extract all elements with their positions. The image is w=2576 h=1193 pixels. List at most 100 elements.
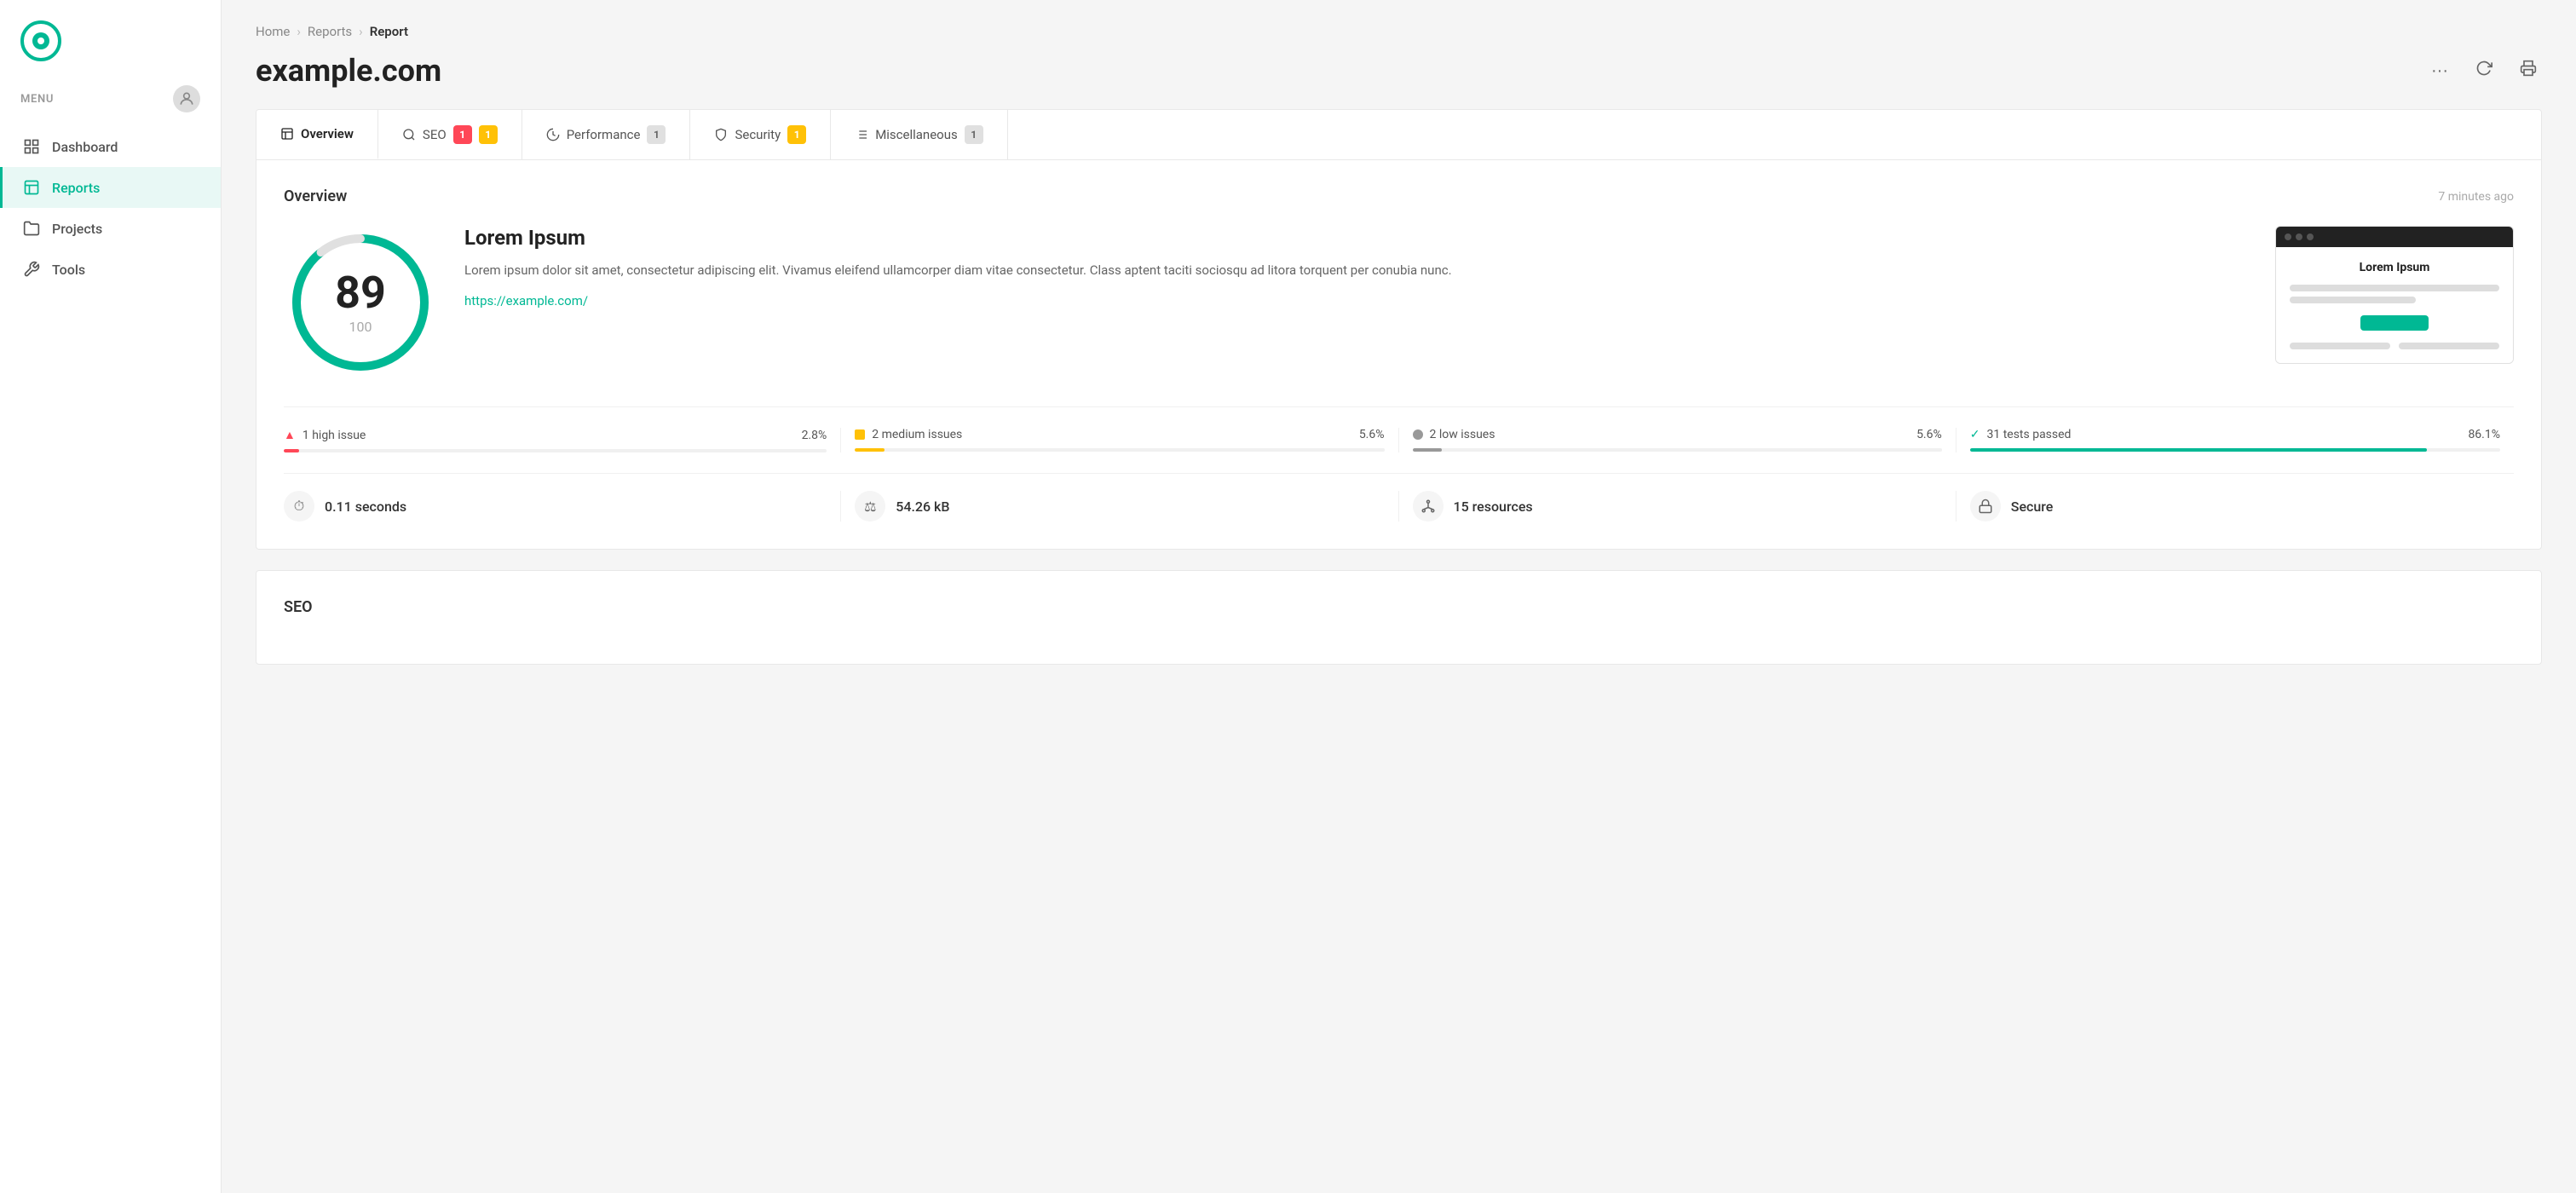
overview-card: Overview 7 minutes ago 89 100 <box>256 160 2542 550</box>
misc-badge: 1 <box>965 125 983 144</box>
preview-bar <box>2276 227 2513 247</box>
preview-body: Lorem Ipsum <box>2276 247 2513 363</box>
sidebar-menu-header: MENU <box>0 78 221 126</box>
issue-high-bar <box>284 449 827 452</box>
issue-passed-label: ✓ 31 tests passed <box>1970 428 2072 441</box>
preview-footer-line <box>2290 343 2390 349</box>
print-button[interactable] <box>2515 55 2542 87</box>
score-circle: 89 100 <box>284 226 437 379</box>
sidebar-item-reports[interactable]: Reports <box>0 167 221 208</box>
avatar[interactable] <box>173 85 200 112</box>
score-max: 100 <box>335 319 386 335</box>
stat-resources: 15 resources <box>1399 491 1956 522</box>
sidebar-item-label: Dashboard <box>52 139 118 155</box>
stat-time-value: 0.11 seconds <box>325 499 406 515</box>
sidebar-item-tools[interactable]: Tools <box>0 249 221 290</box>
score-number: 89 <box>335 271 386 315</box>
issue-medium-pct: 5.6% <box>1359 428 1385 441</box>
passed-icon: ✓ <box>1970 428 1980 441</box>
miscellaneous-icon <box>855 128 868 141</box>
tabs: Overview SEO 1 1 Performance 1 Security … <box>256 109 2542 160</box>
main-content: Home › Reports › Report example.com ··· <box>222 0 2576 1193</box>
security-icon <box>714 128 728 141</box>
issue-low-pct: 5.6% <box>1916 428 1942 441</box>
issue-passed-bar <box>1970 448 2500 452</box>
logo-inner <box>32 32 49 49</box>
issue-medium-bar <box>855 448 1384 452</box>
seo-card: SEO <box>256 570 2542 665</box>
resources-icon <box>1413 491 1444 522</box>
breadcrumb-reports[interactable]: Reports <box>308 24 352 39</box>
stat-size: ⚖ 54.26 kB <box>841 491 1398 522</box>
breadcrumb-home[interactable]: Home <box>256 24 290 39</box>
seo-badge-yellow: 1 <box>479 125 498 144</box>
stat-secure-value: Secure <box>2011 499 2054 515</box>
breadcrumb-sep-1: › <box>297 24 301 39</box>
issues-row: ▲ 1 high issue 2.8% 2 medium issues 5.6% <box>284 406 2514 452</box>
seo-section-header: SEO <box>284 598 2514 616</box>
logo <box>0 0 221 78</box>
site-title: Lorem Ipsum <box>464 226 2248 250</box>
preview-dot <box>2296 233 2302 240</box>
sidebar-item-dashboard[interactable]: Dashboard <box>0 126 221 167</box>
performance-badge: 1 <box>647 125 666 144</box>
stat-secure: Secure <box>1956 491 2514 522</box>
breadcrumb-current: Report <box>370 24 408 39</box>
issue-medium-header: 2 medium issues 5.6% <box>855 428 1384 441</box>
tab-overview-label: Overview <box>301 126 354 141</box>
tab-overview[interactable]: Overview <box>256 110 378 159</box>
preview-title: Lorem Ipsum <box>2290 261 2499 274</box>
more-options-button[interactable]: ··· <box>2426 56 2453 86</box>
section-header: Overview 7 minutes ago <box>284 187 2514 205</box>
stat-size-value: 54.26 kB <box>896 499 949 515</box>
preview-cta <box>2360 315 2429 331</box>
overview-main: 89 100 Lorem Ipsum Lorem ipsum dolor sit… <box>284 226 2514 379</box>
issue-high: ▲ 1 high issue 2.8% <box>284 428 841 452</box>
tab-miscellaneous[interactable]: Miscellaneous 1 <box>831 110 1008 159</box>
tab-seo[interactable]: SEO 1 1 <box>378 110 522 159</box>
stat-resources-value: 15 resources <box>1454 499 1533 515</box>
site-description: Lorem ipsum dolor sit amet, consectetur … <box>464 260 2248 280</box>
preview-footer-line <box>2399 343 2499 349</box>
score-text: 89 100 <box>335 271 386 335</box>
low-icon <box>1413 429 1423 440</box>
seo-section-title: SEO <box>284 598 313 616</box>
refresh-button[interactable] <box>2470 55 2498 87</box>
performance-icon <box>546 128 560 141</box>
time-icon: ⏱ <box>284 491 314 522</box>
reports-icon <box>23 179 40 196</box>
issue-low-header: 2 low issues 5.6% <box>1413 428 1942 441</box>
issue-high-fill <box>284 449 299 452</box>
secure-icon <box>1970 491 2001 522</box>
issue-medium-fill <box>855 448 885 452</box>
stat-time: ⏱ 0.11 seconds <box>284 491 841 522</box>
sidebar-item-projects[interactable]: Projects <box>0 208 221 249</box>
overview-icon <box>280 127 294 141</box>
preview-footer <box>2290 343 2499 349</box>
sidebar-item-label: Projects <box>52 221 102 237</box>
logo-circle <box>20 20 61 61</box>
preview-line-short <box>2290 297 2416 303</box>
section-time: 7 minutes ago <box>2438 190 2514 204</box>
section-title: Overview <box>284 187 347 205</box>
issue-passed: ✓ 31 tests passed 86.1% <box>1956 428 2514 452</box>
issue-high-header: ▲ 1 high issue 2.8% <box>284 428 827 442</box>
tab-security[interactable]: Security 1 <box>690 110 831 159</box>
preview-dot <box>2307 233 2314 240</box>
high-icon: ▲ <box>284 428 296 442</box>
medium-icon <box>855 429 865 440</box>
page-header: example.com ··· <box>256 53 2542 89</box>
breadcrumb-sep-2: › <box>359 24 363 39</box>
issue-low: 2 low issues 5.6% <box>1399 428 1956 452</box>
dashboard-icon <box>23 138 40 155</box>
breadcrumb: Home › Reports › Report <box>256 24 2542 39</box>
issue-passed-pct: 86.1% <box>2468 428 2500 441</box>
preview-lines <box>2290 285 2499 303</box>
site-preview: Lorem Ipsum <box>2275 226 2514 364</box>
tab-performance[interactable]: Performance 1 <box>522 110 691 159</box>
overview-description: Lorem Ipsum Lorem ipsum dolor sit amet, … <box>464 226 2248 308</box>
site-url[interactable]: https://example.com/ <box>464 293 588 308</box>
issue-medium-label: 2 medium issues <box>855 428 962 441</box>
page-title: example.com <box>256 53 441 89</box>
projects-icon <box>23 220 40 237</box>
